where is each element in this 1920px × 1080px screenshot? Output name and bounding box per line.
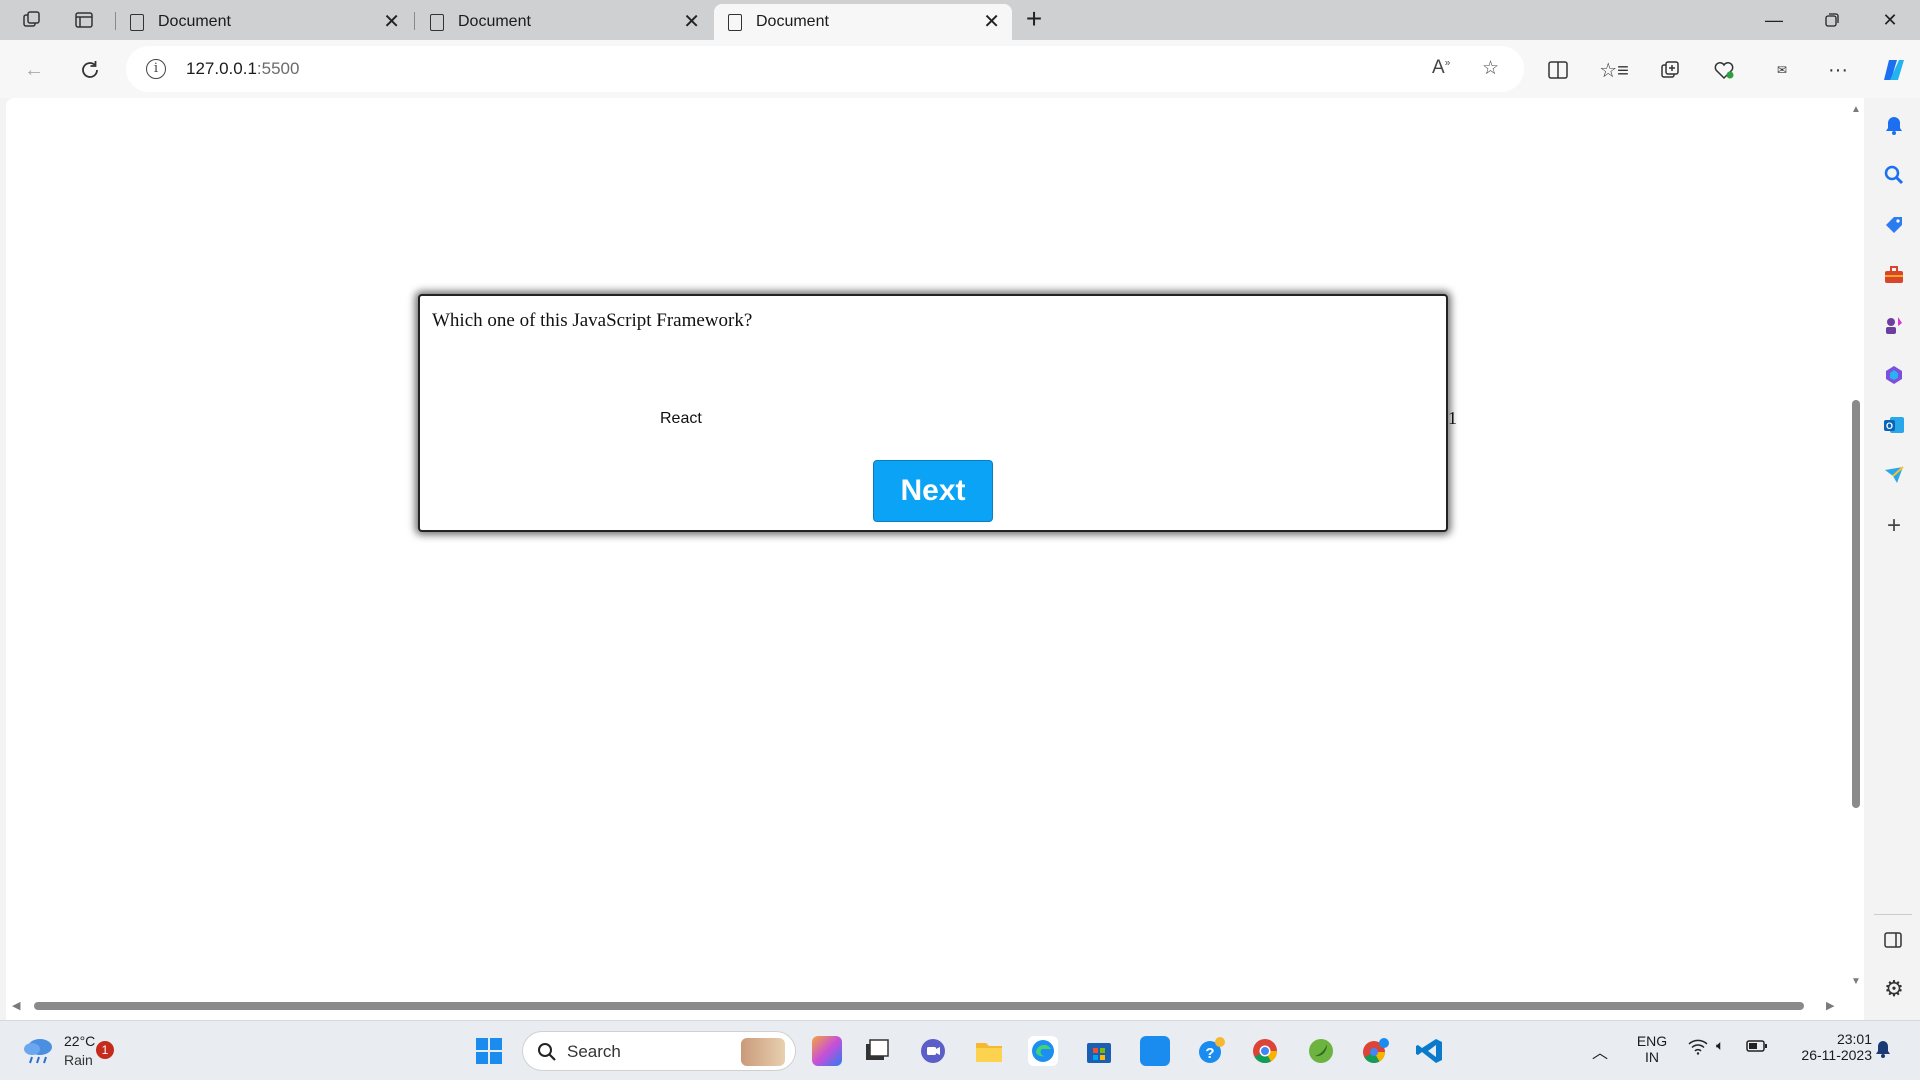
more-options-icon[interactable]: ··· xyxy=(1820,52,1856,88)
address-bar[interactable]: i 127.0.0.1:5500 A» ☆ xyxy=(126,46,1524,92)
scroll-right-icon[interactable]: ▶ xyxy=(1826,999,1834,1012)
games-icon[interactable] xyxy=(1883,314,1905,336)
tools-briefcase-icon[interactable] xyxy=(1883,264,1905,286)
favorites-icon[interactable]: ☆≡ xyxy=(1596,52,1632,88)
vertical-scrollbar[interactable]: ▲ ▼ xyxy=(1848,98,1864,1020)
clock-time: 23:01 xyxy=(1836,1031,1872,1047)
search-label: Search xyxy=(567,1042,621,1061)
microsoft-store-icon[interactable] xyxy=(1084,1036,1114,1066)
spring-tool-icon[interactable] xyxy=(1306,1036,1336,1066)
notification-bell-icon[interactable] xyxy=(1883,114,1905,136)
weather-badge: 1 xyxy=(96,1041,114,1059)
weather-description: Rain xyxy=(64,1052,93,1068)
document-icon xyxy=(430,13,444,31)
shopping-tag-icon[interactable] xyxy=(1883,214,1905,236)
tab-label: Document xyxy=(158,13,231,30)
horizontal-scroll-thumb[interactable] xyxy=(34,1002,1804,1010)
copilot-icon[interactable] xyxy=(1876,52,1912,88)
favorite-star-icon[interactable]: ☆ xyxy=(1482,57,1499,80)
minimize-icon[interactable]: — xyxy=(1746,0,1802,40)
search-icon[interactable] xyxy=(1883,164,1905,186)
clock-date: 26-11-2023 xyxy=(1801,1047,1872,1063)
hide-sidebar-icon[interactable] xyxy=(1883,930,1905,952)
collections-icon[interactable] xyxy=(1652,52,1688,88)
vertical-scroll-thumb[interactable] xyxy=(1852,400,1860,808)
scroll-left-icon[interactable]: ◀ xyxy=(12,999,20,1012)
edge-browser-icon[interactable] xyxy=(1028,1036,1058,1066)
quiz-card: Which one of this JavaScript Framework? … xyxy=(418,294,1448,532)
url-text[interactable]: 127.0.0.1:5500 xyxy=(186,59,299,79)
language-indicator[interactable]: ENG IN xyxy=(1630,1033,1674,1065)
close-window-icon[interactable]: ✕ xyxy=(1862,0,1918,40)
tab-separator xyxy=(414,12,415,30)
region-code: IN xyxy=(1645,1049,1659,1065)
notifications-bell-icon[interactable] xyxy=(1874,1039,1892,1062)
start-windows-icon[interactable] xyxy=(474,1036,504,1066)
scroll-down-icon[interactable]: ▼ xyxy=(1851,976,1861,987)
new-tab-icon[interactable]: + xyxy=(1020,5,1048,34)
question-text: Which one of this JavaScript Framework? xyxy=(432,310,753,331)
workspaces-icon[interactable] xyxy=(12,6,52,34)
language-code: ENG xyxy=(1636,1033,1668,1049)
weather-rain-icon[interactable] xyxy=(22,1035,56,1065)
answer-option[interactable]: React xyxy=(660,410,702,428)
send-icon[interactable] xyxy=(1883,464,1905,486)
add-sidebar-app-icon[interactable]: + xyxy=(1883,514,1905,538)
page-viewport: Which one of this JavaScript Framework? … xyxy=(6,98,1864,1020)
close-tab-icon[interactable]: ✕ xyxy=(383,12,400,32)
restore-icon[interactable] xyxy=(1804,0,1860,40)
search-icon xyxy=(538,1043,556,1061)
myhp-icon[interactable] xyxy=(1140,1036,1170,1066)
sidebar-divider xyxy=(1874,914,1912,915)
chrome-profile-icon[interactable] xyxy=(1360,1036,1390,1066)
settings-gear-icon[interactable]: ⚙ xyxy=(1883,978,1905,1000)
back-arrow-icon[interactable]: ← xyxy=(16,52,52,88)
horizontal-scrollbar[interactable]: ◀ ▶ xyxy=(6,998,1848,1014)
tab-actions-icon[interactable] xyxy=(64,6,104,34)
refresh-icon[interactable] xyxy=(72,52,108,88)
search-highlight-icon xyxy=(741,1038,785,1066)
tab-document-3[interactable]: Document ✕ xyxy=(714,4,1012,40)
browser-toolbar: ← i 127.0.0.1:5500 A» ☆ ☆≡ ✉ ··· xyxy=(0,40,1920,98)
volume-icon[interactable]: 🔈︎ xyxy=(1716,1037,1724,1054)
split-screen-icon[interactable] xyxy=(1540,52,1576,88)
taskbar-search[interactable]: Search xyxy=(522,1031,796,1071)
close-tab-icon[interactable]: ✕ xyxy=(683,12,700,32)
tab-label: Document xyxy=(458,13,531,30)
browser-essentials-icon[interactable] xyxy=(1706,52,1742,88)
help-icon[interactable]: ? xyxy=(1196,1036,1226,1066)
svg-text:?: ? xyxy=(1205,1045,1214,1062)
svg-text:O: O xyxy=(1886,421,1893,431)
extension-icon[interactable]: ✉ xyxy=(1764,52,1800,88)
teams-chat-icon[interactable] xyxy=(918,1036,948,1066)
file-explorer-icon[interactable] xyxy=(974,1036,1004,1066)
battery-icon[interactable] xyxy=(1746,1039,1768,1056)
site-info-icon[interactable]: i xyxy=(146,59,166,79)
overflow-text: 1 xyxy=(1448,408,1457,428)
outlook-icon[interactable]: O xyxy=(1883,414,1905,436)
show-hidden-icons[interactable]: ︿ xyxy=(1592,1039,1608,1063)
document-icon xyxy=(130,13,144,31)
wifi-icon[interactable] xyxy=(1688,1039,1708,1058)
tab-document-1[interactable]: Document ✕ xyxy=(116,4,412,40)
clock[interactable]: 23:01 26-11-2023 xyxy=(1784,1031,1872,1063)
tab-label: Document xyxy=(756,13,829,30)
tab-document-2[interactable]: Document ✕ xyxy=(416,4,712,40)
chrome-icon[interactable] xyxy=(1250,1036,1280,1066)
edge-sidebar: O + ⚙ xyxy=(1866,98,1920,1020)
weather-temperature: 22°C xyxy=(64,1033,96,1049)
document-icon xyxy=(728,13,742,31)
microsoft-365-icon[interactable] xyxy=(1883,364,1905,386)
copilot-preview-icon[interactable] xyxy=(812,1036,842,1066)
next-button[interactable]: Next xyxy=(873,460,993,522)
scroll-up-icon[interactable]: ▲ xyxy=(1851,104,1861,115)
close-tab-icon[interactable]: ✕ xyxy=(983,12,1000,32)
task-view-icon[interactable] xyxy=(862,1036,892,1066)
read-aloud-icon[interactable]: A» xyxy=(1432,57,1450,79)
tab-strip: Document ✕ Document ✕ Document ✕ + — ✕ xyxy=(0,0,1920,40)
windows-taskbar: 22°C Rain 1 Search ? ︿ ENG IN 🔈︎ 23:01 2… xyxy=(0,1020,1920,1080)
vscode-icon[interactable] xyxy=(1414,1036,1444,1066)
